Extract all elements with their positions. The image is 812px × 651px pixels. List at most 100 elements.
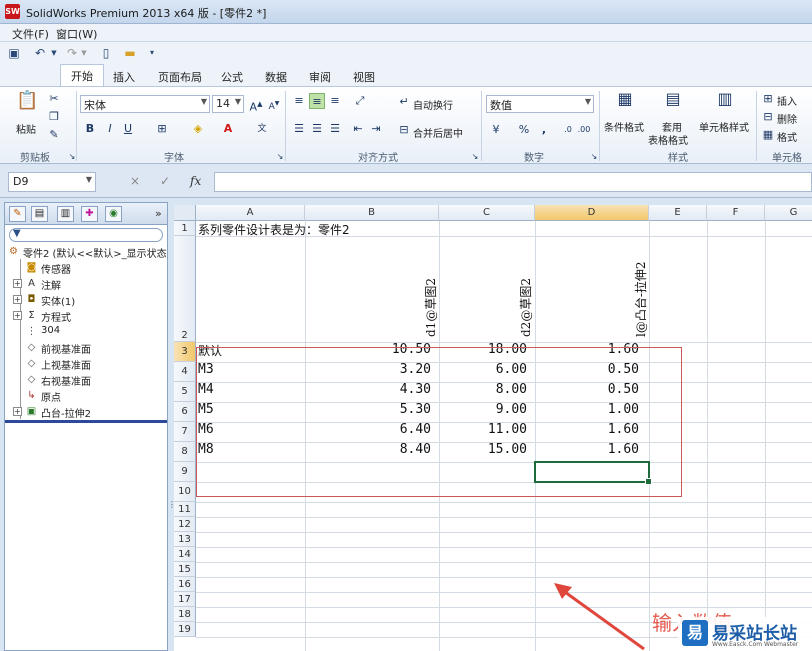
decrease-indent-icon[interactable]: ⇤ [350,121,366,137]
cancel-formula-button[interactable]: × [130,174,140,188]
font-name-combo[interactable]: 宋体 ▼ [80,95,210,113]
underline-button[interactable]: U [120,121,136,137]
tree-item-equations[interactable]: + Σ 方程式 [5,308,165,324]
row-header[interactable]: 18 [174,607,196,622]
align-left-icon[interactable]: ☰ [291,121,307,137]
orientation-icon[interactable]: ⤢ [352,93,368,109]
row-header[interactable]: 10 [174,482,196,502]
dimxpert-tab-icon[interactable]: ✚ [81,206,98,222]
increase-indent-icon[interactable]: ⇥ [368,121,384,137]
row-header[interactable]: 9 [174,462,196,482]
feature-manager-tab-icon[interactable]: ✎ [9,206,26,222]
align-middle-icon[interactable]: ≡ [309,93,325,109]
cell-styles-button[interactable]: 单元格样式 [699,119,749,134]
column-header-b[interactable]: B [305,205,439,221]
increase-decimal-icon[interactable]: .0 [560,122,576,138]
menu-window[interactable]: 窗口(W) [56,26,97,42]
open-folder-icon[interactable]: ▬ [122,45,138,61]
tree-item-boss-extrude[interactable]: + ▣ 凸台-拉伸2 [5,404,165,420]
format-as-table-icon[interactable]: ▤ [662,91,684,113]
align-center-icon[interactable]: ☰ [309,121,325,137]
phonetic-icon[interactable]: 文 [254,121,270,137]
header-l-boss-extrude2[interactable]: l@凸台-拉伸2 [632,261,649,337]
row-header[interactable]: 2 [174,236,196,342]
row-header[interactable]: 4 [174,362,196,382]
bold-button[interactable]: B [82,121,98,137]
comma-button[interactable]: , [536,122,552,138]
tree-root[interactable]: ⚙ 零件2 (默认<<默认>_显示状态 [5,244,167,260]
row-header[interactable]: 17 [174,592,196,607]
configuration-manager-tab-icon[interactable]: ▥ [57,206,74,222]
rollback-bar[interactable] [5,420,167,423]
active-cell-d9[interactable] [534,461,652,485]
borders-icon[interactable]: ⊞ [154,121,170,137]
conditional-format-icon[interactable]: ▦ [614,91,636,113]
tab-formulas[interactable]: 公式 [221,67,243,87]
save-icon[interactable]: ▣ [6,45,22,61]
tree-filter[interactable]: ▼ [9,228,163,242]
expand-icon[interactable]: + [13,279,22,288]
select-all-corner[interactable] [174,205,196,221]
italic-button[interactable]: I [102,121,118,137]
tree-item-annotations[interactable]: + A 注解 [5,276,165,292]
tree-item-material[interactable]: ⋮ 304 [5,324,165,340]
tab-insert[interactable]: 插入 [113,67,135,87]
row-header[interactable]: 12 [174,517,196,532]
column-header-f[interactable]: F [707,205,765,221]
expand-panel-icon[interactable]: » [155,207,162,220]
delete-cells-icon[interactable]: ⊟ [760,109,776,125]
cell-styles-icon[interactable]: ▥ [714,91,736,113]
row-header[interactable]: 1 [174,221,196,236]
enter-formula-button[interactable]: ✓ [160,174,170,188]
header-d1-sketch2[interactable]: d1@草图2 [422,278,439,337]
row-header[interactable]: 6 [174,402,196,422]
insert-cells-icon[interactable]: ⊞ [760,91,776,107]
format-cells-button[interactable]: 格式 [777,129,797,144]
format-as-table-line2[interactable]: 表格格式 [648,132,688,147]
header-d2-sketch2[interactable]: d2@草图2 [517,278,534,337]
tree-item-sensors[interactable]: ◙ 传感器 [5,260,165,276]
redo-dropdown-icon[interactable]: ▼ [76,45,92,61]
delete-cells-button[interactable]: 删除 [777,111,797,126]
paste-button[interactable]: 粘贴 [16,121,36,136]
formula-input[interactable] [214,172,812,192]
new-document-icon[interactable]: ▯ [98,45,114,61]
wrap-text-button[interactable]: 自动换行 [413,97,453,112]
align-top-icon[interactable]: ≡ [291,93,307,109]
align-right-icon[interactable]: ☰ [327,121,343,137]
conditional-format-button[interactable]: 条件格式 [604,119,644,134]
font-size-combo[interactable]: 14 ▼ [212,95,244,113]
row-header[interactable]: 8 [174,442,196,462]
menu-file[interactable]: 文件(F) [12,26,49,42]
insert-cells-button[interactable]: 插入 [777,93,797,108]
row-header[interactable]: 13 [174,532,196,547]
column-header-c[interactable]: C [439,205,535,221]
undo-dropdown-icon[interactable]: ▼ [46,45,62,61]
copy-icon[interactable]: ❐ [46,109,62,125]
percent-button[interactable]: % [516,122,532,138]
format-cells-icon[interactable]: ▦ [760,127,776,143]
tab-view[interactable]: 视图 [353,67,375,87]
column-header-g[interactable]: G [765,205,812,221]
tree-item-solid-bodies[interactable]: + ◘ 实体(1) [5,292,165,308]
cell-b1[interactable]: 零件2 [318,221,350,238]
row-header[interactable]: 3 [174,342,196,362]
tree-item-front-plane[interactable]: ◇ 前视基准面 [5,340,165,356]
insert-function-button[interactable]: fx [190,174,201,188]
tab-page-layout[interactable]: 页面布局 [158,67,202,87]
grow-font-icon[interactable]: A▲ [248,96,264,114]
fill-color-icon[interactable]: ◈ [190,121,206,137]
tree-item-right-plane[interactable]: ◇ 右视基准面 [5,372,165,388]
align-bottom-icon[interactable]: ≡ [327,93,343,109]
customize-toolbar-icon[interactable]: ▾ [144,45,160,61]
tab-home[interactable]: 开始 [60,64,104,87]
row-header[interactable]: 11 [174,502,196,517]
name-box[interactable]: D9 ▼ [8,172,96,192]
number-format-combo[interactable]: 数值 ▼ [486,95,594,113]
row-header[interactable]: 7 [174,422,196,442]
expand-icon[interactable]: + [13,311,22,320]
display-manager-tab-icon[interactable]: ◉ [105,206,122,222]
format-painter-icon[interactable]: ✎ [46,127,62,143]
paste-icon[interactable]: 📋 [16,92,38,117]
row-header[interactable]: 19 [174,622,196,637]
